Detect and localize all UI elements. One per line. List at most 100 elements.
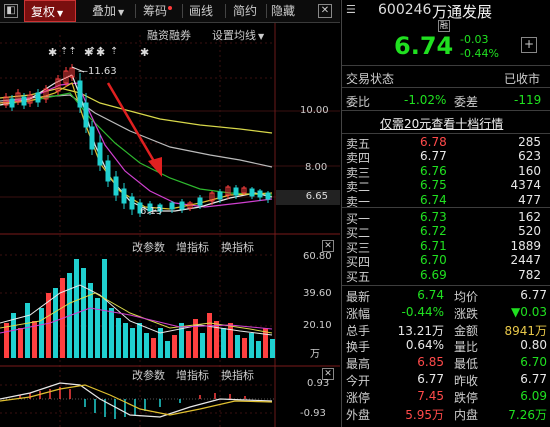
order-price: 6.77 (420, 149, 447, 164)
stat-value: 6.70 (520, 355, 547, 370)
stat-value: 0.80 (520, 338, 547, 353)
shezhi-junxian-button[interactable]: 设置均线 ▼ (212, 27, 264, 43)
price-change-pct: -0.44% (460, 47, 499, 60)
stat-value: 8941万 (504, 323, 547, 338)
stat-value: 5.95万 (405, 407, 444, 422)
stat-value: 13.21万 (397, 323, 444, 338)
high-price-marker: —11.63 (78, 66, 117, 77)
macd-huanzhibiao-button[interactable]: 换指标 (221, 367, 254, 383)
vol-gaicanshu-button[interactable]: 改参数 (132, 239, 165, 255)
current-price-tag-label: 6.65 (305, 191, 328, 202)
svg-text:✱: ✱ (140, 46, 149, 59)
order-row[interactable]: 买四 6.70 2447 (342, 253, 550, 269)
stats-row: 涨停 7.45 跌停 6.09 (342, 389, 550, 405)
stat-label: 涨幅 (346, 306, 371, 321)
order-price: 6.72 (420, 224, 447, 239)
chouma-button[interactable]: 筹码 (143, 0, 173, 22)
yincang-button[interactable]: 隐藏 (271, 0, 295, 22)
order-volume: 623 (518, 149, 541, 164)
stats-row: 总手 13.21万 金额 8941万 (342, 322, 550, 338)
diejia-dropdown[interactable]: 叠加 ▼ (92, 0, 124, 22)
stat-label: 总手 (346, 323, 371, 338)
stat-label: 换手 (346, 340, 371, 355)
macd-yaxis-tick: -0.93 (300, 408, 326, 419)
stat-label: 均价 (454, 290, 479, 304)
svg-text:⇡: ⇡ (110, 46, 118, 57)
order-row[interactable]: 买五 6.69 782 (342, 268, 550, 284)
stat-value: -0.44% (401, 304, 444, 319)
weibi-label: 委比 (346, 95, 371, 109)
order-row[interactable]: 买二 6.72 520 (342, 224, 550, 240)
stat-value: 6.85 (417, 355, 444, 370)
stat-value: 6.77 (417, 372, 444, 386)
order-volume: 162 (518, 210, 541, 224)
vol-unit-label: 万 (310, 349, 320, 360)
margin-badge: 融 (438, 20, 450, 32)
jianyue-button[interactable]: 简约 (233, 0, 257, 22)
vol-yaxis-tick: 60.80 (303, 251, 332, 262)
stat-label: 今开 (346, 374, 371, 388)
stat-label: 最低 (454, 357, 479, 372)
yaxis-tick: 8.00 (305, 162, 328, 173)
svg-text:✱: ✱ (48, 46, 57, 59)
current-price-tag: 6.65 (276, 190, 340, 205)
vol-huanzhibiao-button[interactable]: 换指标 (221, 239, 254, 255)
collapse-icon[interactable]: ◧ (4, 4, 18, 18)
order-volume: 2447 (510, 253, 541, 268)
chouma-label: 筹码 (143, 4, 168, 18)
order-volume: 4374 (510, 178, 541, 193)
weicha-value: -119 (514, 93, 542, 107)
order-row[interactable]: 买三 6.71 1889 (342, 239, 550, 255)
svg-text:⇡⇡: ⇡⇡ (60, 46, 77, 57)
level2-promo-link[interactable]: 仅需20元查看十档行情 (380, 115, 503, 132)
chart-toolbar: ◧ 复权 ▼ 叠加 ▼ 筹码 画线 简约 隐藏 ✕ (0, 0, 340, 23)
stat-value: ▼0.03 (511, 304, 547, 319)
order-volume: 477 (518, 192, 541, 207)
stat-label: 外盘 (346, 407, 371, 422)
rongzi-label[interactable]: 融资融券 (147, 27, 191, 43)
order-price: 6.74 (420, 192, 447, 207)
order-row[interactable]: 卖一 6.74 477 (342, 192, 550, 209)
stat-value: 7.45 (417, 388, 444, 403)
order-row[interactable]: 卖二 6.75 4374 (342, 178, 550, 194)
menu-icon[interactable]: ☰ (346, 3, 356, 16)
stats-row: 最新 6.74 均价 6.77 (342, 288, 550, 304)
vol-zengzhibiao-button[interactable]: 增指标 (176, 239, 209, 255)
low-price-label: 6.13 (140, 206, 163, 217)
stat-value: 6.77 (520, 372, 547, 386)
yaxis-tick: 10.00 (300, 105, 329, 116)
current-price: 6.74 (394, 32, 454, 60)
stat-label: 涨停 (346, 390, 371, 405)
order-row[interactable]: 卖五 6.78 285 (342, 135, 550, 151)
close-icon[interactable]: ✕ (318, 4, 332, 18)
macd-gaicanshu-button[interactable]: 改参数 (132, 367, 165, 383)
stat-value: 6.09 (520, 388, 547, 403)
stats-row: 涨幅 -0.44% 涨跌 ▼0.03 (342, 305, 550, 321)
vol-yaxis-tick: 39.60 (303, 288, 332, 299)
stat-label: 最高 (346, 357, 371, 372)
macd-yaxis-tick: 0.93 (307, 378, 330, 389)
quote-panel: ☰ 600246 万通发展 融 6.74 -0.03 -0.44% + 交易状态… (341, 0, 550, 427)
shezhi-label: 设置均线 (212, 29, 256, 42)
order-price: 6.70 (420, 253, 447, 268)
stat-label: 跌停 (454, 390, 479, 405)
order-price: 6.73 (420, 210, 447, 224)
chevron-down-icon: ▼ (57, 9, 64, 18)
order-row[interactable]: 卖四 6.77 623 (342, 149, 550, 165)
stock-code: 600246 (378, 2, 432, 18)
chevron-down-icon: ▼ (258, 32, 265, 41)
vol-yaxis-tick: 20.10 (303, 320, 332, 331)
order-row[interactable]: 买一 6.73 162 (342, 210, 550, 226)
order-row[interactable]: 卖三 6.76 160 (342, 163, 550, 180)
weibi-value: -1.02% (404, 93, 447, 107)
huaxian-button[interactable]: 画线 (189, 0, 213, 22)
add-watchlist-icon[interactable]: + (521, 37, 537, 53)
stat-label: 昨收 (454, 374, 479, 388)
kline-chart[interactable]: ✱ ✱ ✱ ✱ ⇡⇡ ⇡⇡ ⇡ (0, 23, 340, 427)
order-volume: 520 (518, 224, 541, 239)
notification-dot-icon (168, 6, 173, 10)
order-volume: 160 (518, 163, 541, 178)
fuquan-dropdown[interactable]: 复权 ▼ (24, 0, 76, 22)
macd-zengzhibiao-button[interactable]: 增指标 (176, 367, 209, 383)
stat-value: 0.64% (405, 338, 444, 353)
